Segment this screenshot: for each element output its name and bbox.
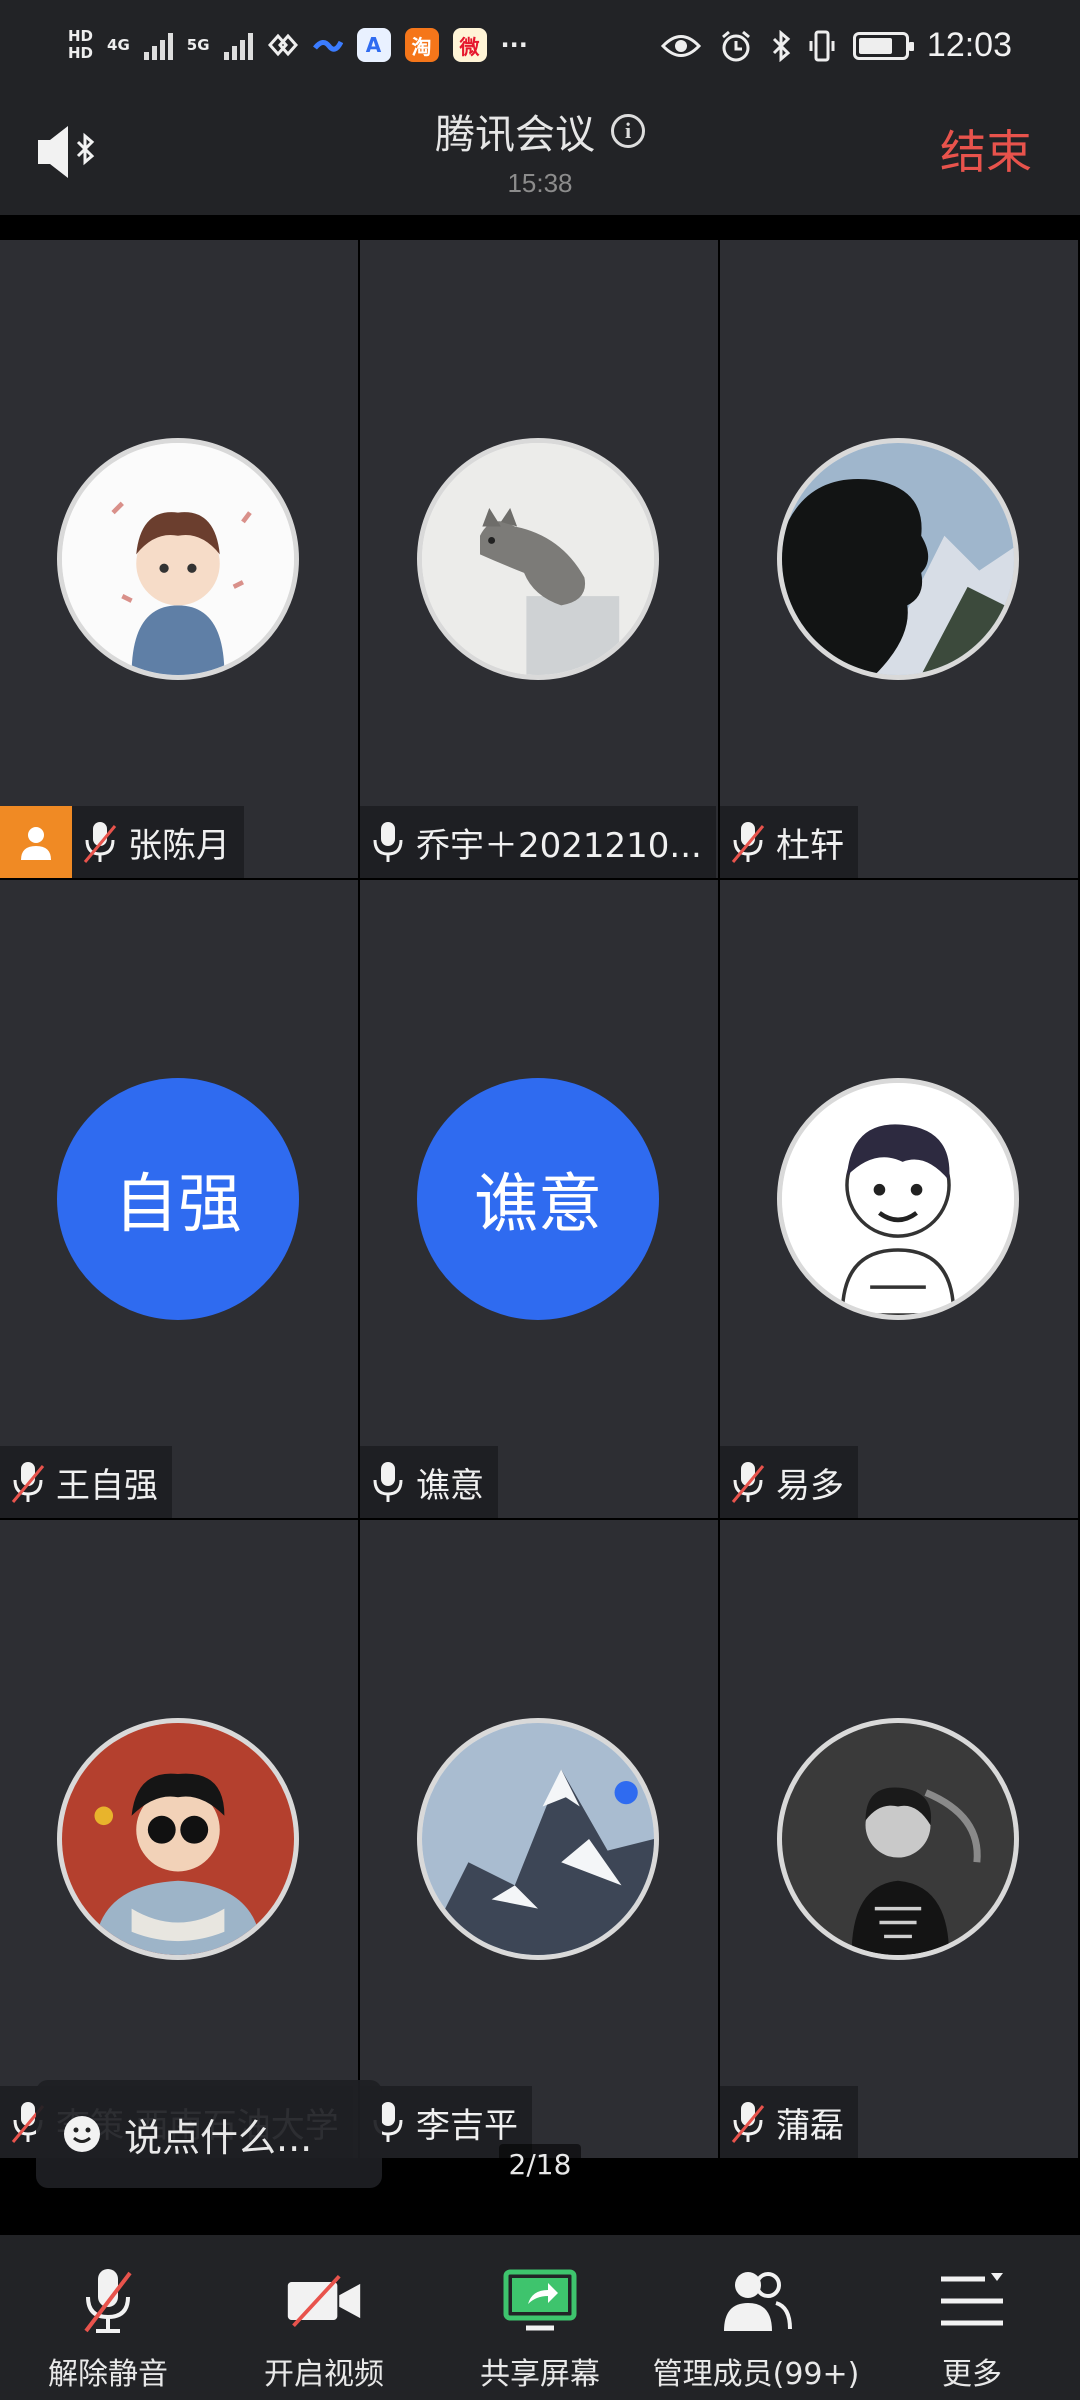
participant-grid: 张陈月乔宇＋2021210...杜轩自强王自强谯意谯意易多李策 西南石油大学李吉… (0, 240, 1080, 2160)
participant-name: 王自强 (56, 1465, 158, 1506)
participant-tile[interactable]: 张陈月 (0, 240, 358, 878)
more-notifications-icon: ··· (500, 30, 528, 59)
start-video-button[interactable]: 开启视频 (216, 2235, 432, 2400)
participant-name: 乔宇＋2021210... (416, 825, 702, 866)
name-tag: 乔宇＋2021210... (360, 806, 716, 878)
weibo-icon: 微 (452, 28, 487, 62)
participant-tile[interactable]: 杜轩 (720, 240, 1078, 878)
eye-icon (660, 34, 701, 57)
clock: 12:03 (926, 26, 1012, 64)
participant-name: 谯意 (416, 1465, 484, 1506)
mic-muted-icon (10, 1460, 46, 1504)
page-indicator-text: 2/18 (498, 2144, 582, 2185)
participant-tile[interactable]: 谯意 谯意 (360, 880, 718, 1518)
alarm-icon (721, 30, 750, 61)
mic-muted-icon (730, 2100, 766, 2144)
avatar (417, 1718, 659, 1960)
participant-name: 李吉平 (416, 2105, 518, 2146)
meeting-header: 腾讯会议 i 15:38 结束 (0, 90, 1080, 215)
participant-tile[interactable]: 李策 西南石油大学 (0, 1520, 358, 2158)
members-icon (716, 2263, 796, 2339)
status-right: 12:03 (660, 26, 1012, 65)
participant-name: 蒲磊 (776, 2105, 844, 2146)
unmute-label: 解除静音 (48, 2357, 168, 2392)
avatar (777, 1718, 1019, 1960)
name-tag: 王自强 (0, 1446, 172, 1518)
share-screen-label: 共享屏幕 (480, 2357, 600, 2392)
start-video-label: 开启视频 (264, 2357, 384, 2392)
manage-members-label: 管理成员(99+) (652, 2357, 860, 2392)
signal-icon (143, 30, 173, 60)
participant-tile[interactable]: 自强 王自强 (0, 880, 358, 1518)
mic-muted-icon (82, 820, 118, 864)
share-screen-icon (500, 2263, 580, 2339)
participant-name: 易多 (776, 1465, 844, 1506)
meeting-timer: 15:38 (507, 168, 573, 198)
name-tag: 易多 (720, 1446, 858, 1518)
network-type-5g: 5G (186, 35, 210, 54)
more-button[interactable]: 更多 (864, 2235, 1080, 2400)
mic-muted-icon (730, 1460, 766, 1504)
network-type-4g: 4G (107, 35, 130, 54)
avatar (417, 438, 659, 680)
end-meeting-button[interactable]: 结束 (940, 116, 1032, 182)
status-bar: HD HD 4G 5G A 淘 微 ··· 12:03 (0, 0, 1080, 90)
name-tag: 谯意 (360, 1446, 498, 1518)
meeting-title-area: 腾讯会议 i 15:38 (0, 102, 1080, 199)
participant-tile[interactable]: 蒲磊 (720, 1520, 1078, 2158)
avatar-initials: 自强 (57, 1078, 299, 1320)
participant-tile[interactable]: 李吉平 (360, 1520, 718, 2158)
signal-icon (223, 30, 253, 60)
participant-name: 杜轩 (776, 825, 844, 866)
taobao-icon: 淘 (404, 28, 439, 62)
vibrate-icon (809, 30, 835, 61)
more-menu-icon (932, 2263, 1012, 2339)
name-tag: 杜轩 (720, 806, 858, 878)
feishu-icon (312, 40, 343, 52)
mic-off-icon (68, 2263, 148, 2339)
meeting-title-text: 腾讯会议 (435, 112, 595, 158)
mic-icon (370, 1460, 406, 1504)
avatar (57, 438, 299, 680)
camera-off-icon (284, 2263, 364, 2339)
participant-tile[interactable]: 易多 (720, 880, 1078, 1518)
bluetooth-icon (772, 29, 791, 62)
meeting-title[interactable]: 腾讯会议 i (435, 102, 645, 160)
name-tag: 张陈月 (0, 806, 244, 878)
host-icon (0, 806, 72, 878)
more-label: 更多 (942, 2357, 1002, 2392)
hotspot-icon (267, 33, 298, 57)
unmute-button[interactable]: 解除静音 (0, 2235, 216, 2400)
avatar (777, 438, 1019, 680)
participant-tile[interactable]: 乔宇＋2021210... (360, 240, 718, 878)
info-icon[interactable]: i (611, 114, 645, 148)
hd-indicator: HD HD (68, 27, 94, 62)
battery-icon (852, 31, 914, 60)
avatar (777, 1078, 1019, 1320)
avatar (57, 1718, 299, 1960)
page-indicator: 2/18 (0, 2144, 1080, 2185)
participant-name: 张陈月 (128, 825, 230, 866)
status-left: HD HD 4G 5G A 淘 微 ··· (68, 28, 528, 62)
manage-members-button[interactable]: 管理成员(99+) (648, 2235, 864, 2400)
mic-icon (370, 820, 406, 864)
bottom-toolbar: 解除静音 开启视频 共享屏幕 管理成员(99+) 更多 (0, 2235, 1080, 2400)
avatar-initials: 谯意 (417, 1078, 659, 1320)
share-screen-button[interactable]: 共享屏幕 (432, 2235, 648, 2400)
baidu-map-icon: A (356, 28, 391, 62)
mic-muted-icon (730, 820, 766, 864)
